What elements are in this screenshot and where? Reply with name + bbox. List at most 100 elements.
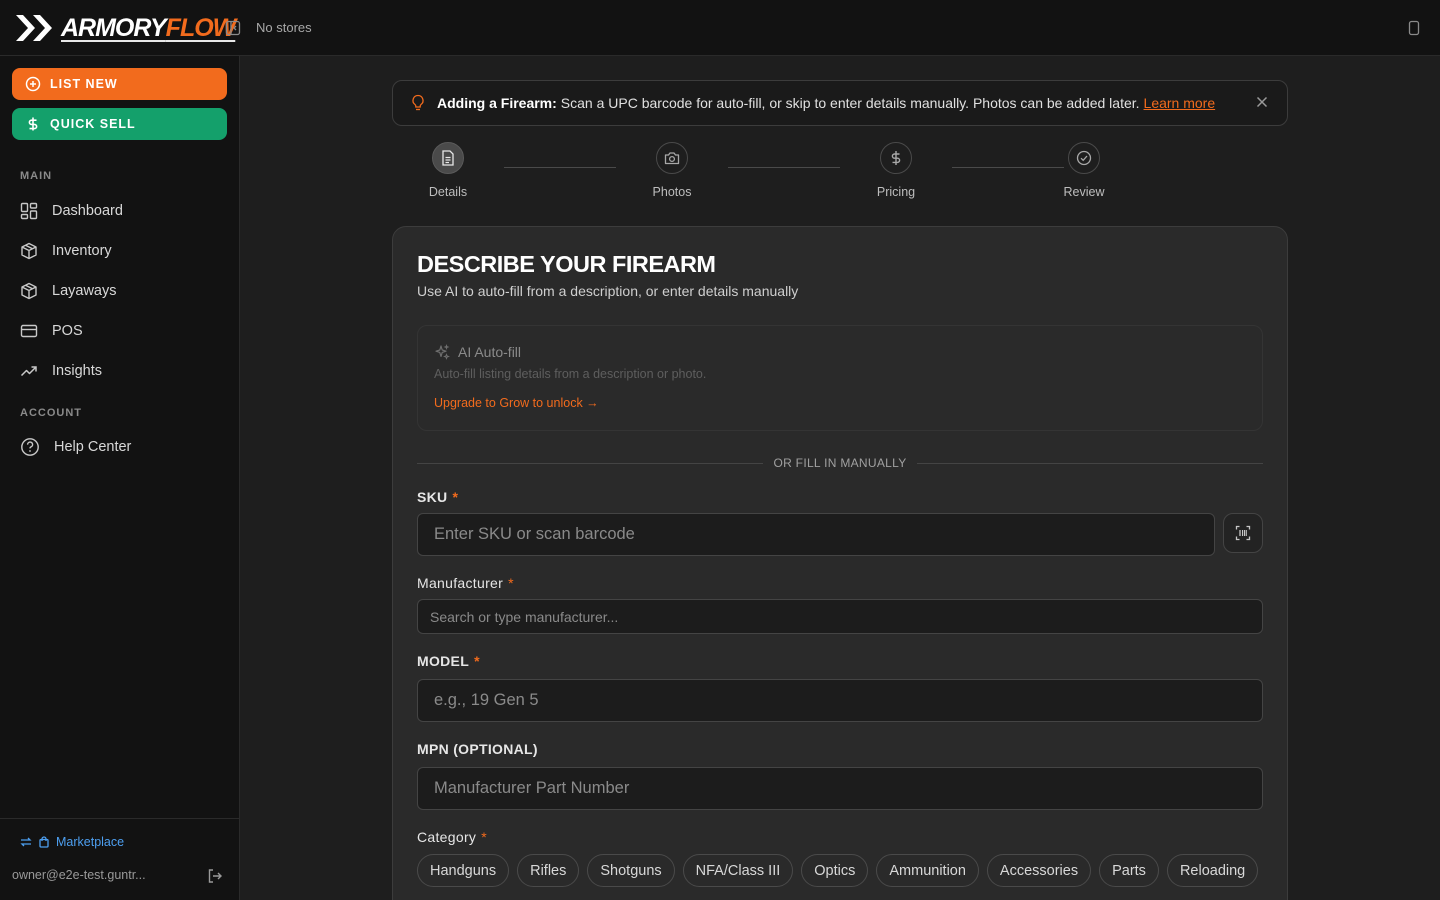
mpn-input[interactable] <box>417 767 1263 810</box>
store-selector[interactable]: No stores <box>256 20 312 35</box>
step-review[interactable]: Review <box>1044 142 1124 199</box>
category-chip-rifles[interactable]: Rifles <box>517 854 580 887</box>
ai-autofill-panel: AI Auto-fill Auto-fill listing details f… <box>417 325 1263 431</box>
manual-divider: OR FILL IN MANUALLY <box>417 455 1263 471</box>
box-icon <box>21 282 37 300</box>
step-circle <box>432 142 464 174</box>
category-chips: Handguns Rifles Shotguns NFA/Class III O… <box>417 854 1277 887</box>
page-subtitle: Use AI to auto-fill from a description, … <box>417 283 799 299</box>
category-chip-reloading[interactable]: Reloading <box>1166 854 1259 887</box>
sidebar-item-pos[interactable]: POS <box>20 319 83 343</box>
step-circle <box>656 142 688 174</box>
document-icon <box>442 150 454 166</box>
ai-autofill-header: AI Auto-fill <box>434 344 521 360</box>
marketplace-label: Marketplace <box>56 835 125 849</box>
step-details[interactable]: Details <box>408 142 488 199</box>
sidebar-item-dashboard[interactable]: Dashboard <box>20 199 123 223</box>
stepper: Details Photos Pricing Review <box>392 140 1288 200</box>
logo-armory: ARMORY <box>61 13 167 42</box>
sidebar-footer: Marketplace owner@e2e-test.guntr... <box>0 818 240 900</box>
ai-autofill-title: AI Auto-fill <box>458 344 522 360</box>
step-label: Photos <box>652 185 692 199</box>
info-banner: Adding a Firearm: Scan a UPC barcode for… <box>392 80 1288 126</box>
sidebar-item-help-center[interactable]: Help Center <box>20 435 131 459</box>
quick-sell-label: QUICK SELL <box>50 117 136 131</box>
user-email: owner@e2e-test.guntr... <box>12 868 146 882</box>
step-connector <box>504 167 616 168</box>
close-icon[interactable] <box>1255 95 1269 109</box>
model-label: MODEL * <box>417 653 480 669</box>
model-label-text: MODEL <box>417 653 470 669</box>
category-label-text: Category <box>417 829 477 845</box>
sidebar-item-label: POS <box>52 323 83 339</box>
model-input[interactable] <box>417 679 1263 722</box>
category-label: Category * <box>417 829 487 845</box>
sidebar-item-label: Help Center <box>54 439 132 455</box>
sidebar-item-insights[interactable]: Insights <box>20 359 102 383</box>
logout-icon[interactable] <box>207 868 223 884</box>
box-icon <box>21 242 37 260</box>
step-circle <box>1068 142 1100 174</box>
step-label: Review <box>1063 185 1105 199</box>
firearm-form-card: DESCRIBE YOUR FIREARM Use AI to auto-fil… <box>392 226 1288 900</box>
main-section-label: MAIN <box>20 170 53 182</box>
app-logo[interactable]: ARMORYFLOW <box>15 12 236 44</box>
category-chip-optics[interactable]: Optics <box>801 854 869 887</box>
step-pricing[interactable]: Pricing <box>856 142 936 199</box>
ai-autofill-description: Auto-fill listing details from a descrip… <box>434 367 707 381</box>
divider-line <box>917 463 1263 464</box>
check-circle-icon <box>1076 150 1092 166</box>
category-chip-accessories[interactable]: Accessories <box>986 854 1092 887</box>
mpn-label: MPN (OPTIONAL) <box>417 741 538 757</box>
sidebar-toggle-icon[interactable] <box>225 20 241 36</box>
category-chip-shotguns[interactable]: Shotguns <box>587 854 675 887</box>
sidebar-item-layaways[interactable]: Layaways <box>20 279 116 303</box>
top-bar: ARMORYFLOW No stores <box>0 0 1440 56</box>
page-title: DESCRIBE YOUR FIREARM <box>417 251 716 277</box>
mpn-label-text: MPN (OPTIONAL) <box>417 741 538 757</box>
manufacturer-label: Manufacturer * <box>417 575 514 591</box>
list-new-button[interactable]: LIST NEW <box>12 68 227 100</box>
dashboard-icon <box>20 202 38 220</box>
sparkles-icon <box>435 344 450 360</box>
swap-icon <box>20 837 32 847</box>
step-connector <box>728 167 840 168</box>
sku-input[interactable] <box>417 513 1215 556</box>
lightbulb-icon <box>412 94 424 111</box>
device-icon[interactable] <box>1408 20 1420 36</box>
category-chip-handguns[interactable]: Handguns <box>417 854 510 887</box>
logo-chevrons-icon <box>16 15 52 41</box>
quick-sell-button[interactable]: QUICK SELL <box>12 108 227 140</box>
step-circle <box>880 142 912 174</box>
category-chip-parts[interactable]: Parts <box>1099 854 1159 887</box>
logo-wordmark: ARMORYFLOW <box>61 13 236 42</box>
step-label: Details <box>428 185 468 199</box>
account-section-label: ACCOUNT <box>20 407 82 419</box>
barcode-scan-icon <box>1235 525 1251 541</box>
marketplace-link[interactable]: Marketplace <box>20 835 124 849</box>
category-chip-ammunition[interactable]: Ammunition <box>876 854 979 887</box>
manufacturer-input[interactable] <box>417 599 1263 634</box>
required-mark: * <box>474 653 480 669</box>
required-mark: * <box>508 575 514 591</box>
sidebar-item-inventory[interactable]: Inventory <box>20 239 112 263</box>
required-mark: * <box>452 489 459 505</box>
scan-barcode-button[interactable] <box>1223 513 1263 553</box>
category-chip-nfa[interactable]: NFA/Class III <box>682 854 794 887</box>
sidebar-item-label: Layaways <box>52 283 117 299</box>
camera-icon <box>664 152 680 165</box>
card-icon <box>20 324 38 338</box>
help-circle-icon <box>21 438 39 456</box>
sidebar-item-label: Inventory <box>52 243 112 259</box>
sidebar: LIST NEW QUICK SELL MAIN Dashboard Inven… <box>0 56 240 900</box>
manufacturer-label-text: Manufacturer <box>417 575 504 591</box>
list-new-label: LIST NEW <box>50 77 118 91</box>
upgrade-link[interactable]: Upgrade to Grow to unlock → <box>434 396 599 410</box>
step-label: Pricing <box>876 185 916 199</box>
learn-more-link[interactable]: Learn more <box>1144 95 1216 111</box>
sku-label-text: SKU <box>417 489 448 505</box>
banner-text: Scan a UPC barcode for auto-fill, or ski… <box>560 95 1140 111</box>
trending-up-icon <box>20 366 37 377</box>
step-photos[interactable]: Photos <box>632 142 712 199</box>
dollar-icon <box>28 117 38 131</box>
